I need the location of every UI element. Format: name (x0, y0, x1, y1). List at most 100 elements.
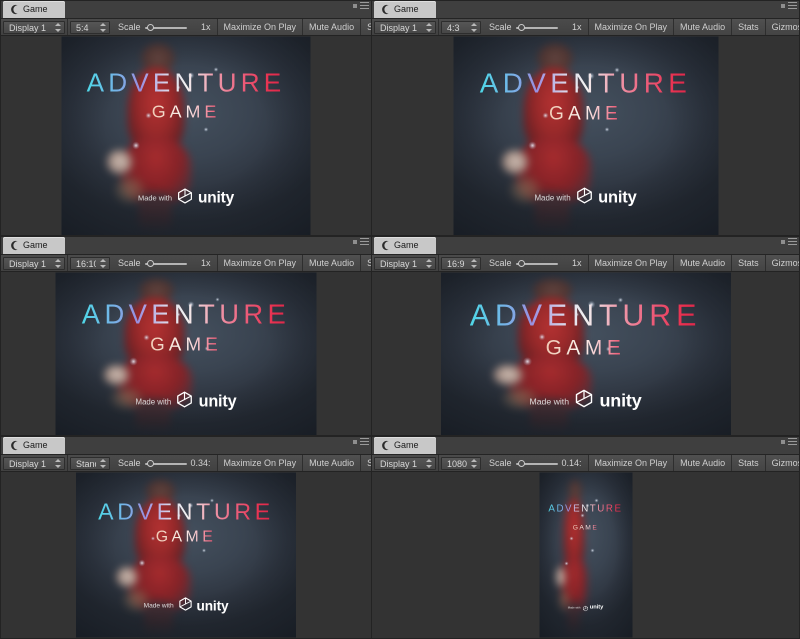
display-dropdown[interactable]: Display 1 (3, 257, 65, 270)
aspect-ratio-dropdown[interactable]: 5:4 (70, 21, 110, 34)
scale-control[interactable]: Scale 1x (483, 19, 589, 35)
aspect-ratio-label: 16:9 (447, 258, 465, 269)
scale-label: Scale (489, 458, 512, 468)
game-view-render-area[interactable]: ADVENTURE GAME Made with unity (1, 472, 371, 638)
game-view-render-area[interactable]: ADVENTURE GAME Made with unity (372, 472, 799, 638)
game-splash-screen: ADVENTURE GAME Made with unity (539, 472, 632, 638)
scale-slider[interactable] (144, 258, 187, 269)
tab-game[interactable]: Game (3, 237, 65, 254)
game-view-render-area[interactable]: ADVENTURE GAME Made with unity (1, 36, 371, 235)
game-view-render-area[interactable]: ADVENTURE GAME Made with unity (372, 272, 799, 435)
close-icon[interactable] (353, 3, 357, 8)
gizmos-button[interactable]: Gizmos (765, 19, 799, 35)
display-dropdown[interactable]: Display 1 (374, 257, 436, 270)
display-dropdown[interactable]: Display 1 (3, 21, 65, 34)
aspect-ratio-dropdown[interactable]: Standalone (1024x768) (70, 457, 110, 470)
made-with-unity: Made with unity (441, 389, 731, 414)
scale-control[interactable]: Scale 1x (112, 255, 218, 271)
scale-slider-knob[interactable] (147, 459, 155, 467)
gizmos-button[interactable]: Gizmos (765, 455, 799, 471)
scale-slider-knob[interactable] (518, 459, 526, 467)
aspect-ratio-dropdown[interactable]: 16:9 (441, 257, 481, 270)
game-view-toolbar: Display 1 1080x1920 Scale 0.14: Maximize… (372, 455, 799, 472)
tab-game[interactable]: Game (374, 1, 436, 18)
stats-button[interactable]: St (361, 455, 371, 471)
close-icon[interactable] (353, 439, 357, 444)
display-dropdown-label: Display 1 (9, 22, 47, 33)
stats-button[interactable]: Stats (732, 455, 766, 471)
scale-control[interactable]: Scale 1x (483, 255, 589, 271)
stats-button[interactable]: Stats (732, 19, 766, 35)
maximize-on-play-button[interactable]: Maximize On Play (217, 19, 304, 35)
mute-audio-button[interactable]: Mute Audio (303, 19, 362, 35)
game-subtitle: GAME (151, 101, 221, 122)
game-view-toolbar: Display 1 4:3 Scale 1x Maximize On Play … (372, 19, 799, 36)
close-icon[interactable] (781, 239, 785, 244)
scale-slider-knob[interactable] (147, 23, 155, 31)
game-subtitle: GAME (155, 528, 217, 546)
mute-audio-button[interactable]: Mute Audio (303, 255, 362, 271)
close-icon[interactable] (781, 439, 785, 444)
window-controls (353, 238, 369, 245)
mute-audio-button[interactable]: Mute Audio (303, 455, 362, 471)
maximize-on-play-button[interactable]: Maximize On Play (217, 455, 304, 471)
scale-control[interactable]: Scale 1x (112, 19, 218, 35)
display-dropdown[interactable]: Display 1 (3, 457, 65, 470)
aspect-ratio-dropdown[interactable]: 1080x1920 (441, 457, 481, 470)
maximize-on-play-button[interactable]: Maximize On Play (588, 455, 675, 471)
scale-slider-knob[interactable] (147, 259, 155, 267)
maximize-on-play-button[interactable]: Maximize On Play (217, 255, 304, 271)
splash-title-block: ADVENTURE GAME (76, 499, 296, 547)
scale-slider[interactable] (515, 22, 558, 33)
stats-button[interactable]: St (361, 19, 371, 35)
game-view-toolbar: Display 1 Standalone (1024x768) Scale 0.… (1, 455, 371, 472)
tab-game[interactable]: Game (3, 1, 65, 18)
game-subtitle: GAME (150, 333, 222, 355)
display-dropdown[interactable]: Display 1 (374, 21, 436, 34)
display-dropdown-label: Display 1 (9, 458, 47, 469)
game-view-toolbar: Display 1 5:4 Scale 1x Maximize On Play … (1, 19, 371, 36)
display-dropdown[interactable]: Display 1 (374, 457, 436, 470)
maximize-on-play-button[interactable]: Maximize On Play (588, 255, 675, 271)
sparkle-particle (604, 127, 609, 132)
tab-game[interactable]: Game (3, 437, 65, 454)
mute-audio-button[interactable]: Mute Audio (674, 19, 733, 35)
window-menu-icon[interactable] (788, 2, 797, 9)
panel-tabbar: Game (372, 1, 799, 19)
aspect-ratio-label: 1080x1920 (447, 458, 467, 469)
display-dropdown-label: Display 1 (380, 258, 418, 269)
window-menu-icon[interactable] (360, 438, 369, 445)
mute-audio-button[interactable]: Mute Audio (674, 455, 733, 471)
gizmos-label: Gizmos (771, 258, 799, 268)
close-icon[interactable] (781, 3, 785, 8)
tab-game[interactable]: Game (374, 437, 436, 454)
game-splash-screen: ADVENTURE GAME Made with unity (76, 472, 296, 638)
unity-wordmark: unity (197, 189, 235, 207)
maximize-on-play-button[interactable]: Maximize On Play (588, 19, 675, 35)
scale-slider[interactable] (515, 458, 558, 469)
window-menu-icon[interactable] (360, 238, 369, 245)
stats-button[interactable]: St (361, 255, 371, 271)
close-icon[interactable] (353, 239, 357, 244)
gizmos-button[interactable]: Gizmos (765, 255, 799, 271)
window-menu-icon[interactable] (788, 238, 797, 245)
unity-cube-icon (176, 391, 194, 414)
scale-control[interactable]: Scale 0.14: (483, 455, 589, 471)
made-with-unity: Made with unity (453, 186, 718, 209)
scale-control[interactable]: Scale 0.34: (112, 455, 218, 471)
window-menu-icon[interactable] (360, 2, 369, 9)
window-menu-icon[interactable] (788, 438, 797, 445)
aspect-ratio-dropdown[interactable]: 16:10 (70, 257, 110, 270)
stats-button[interactable]: Stats (732, 255, 766, 271)
scale-slider-knob[interactable] (518, 23, 526, 31)
game-view-render-area[interactable]: ADVENTURE GAME Made with unity (372, 36, 799, 235)
splash-title-block: ADVENTURE GAME (62, 68, 311, 123)
scale-slider[interactable] (144, 22, 187, 33)
scale-slider[interactable] (515, 258, 558, 269)
scale-slider-knob[interactable] (518, 259, 526, 267)
aspect-ratio-dropdown[interactable]: 4:3 (441, 21, 481, 34)
mute-audio-button[interactable]: Mute Audio (674, 255, 733, 271)
scale-slider[interactable] (144, 458, 187, 469)
tab-game[interactable]: Game (374, 237, 436, 254)
game-view-render-area[interactable]: ADVENTURE GAME Made with unity (1, 272, 371, 435)
